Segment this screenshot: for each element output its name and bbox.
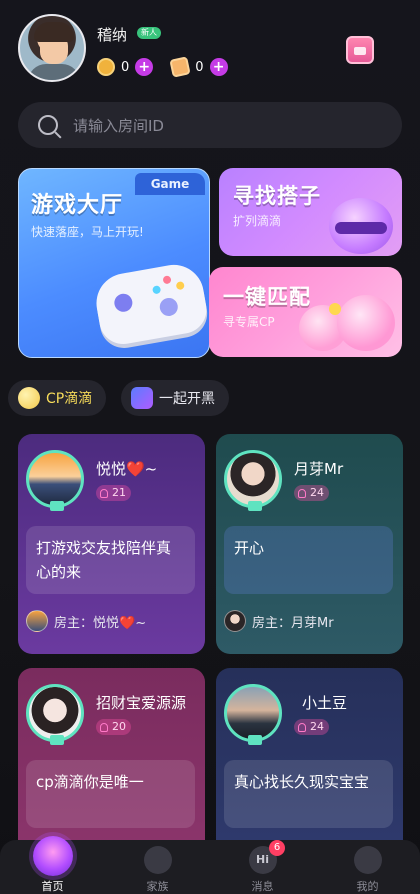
room-avatar: [26, 450, 84, 511]
tab-home-label: 首页: [41, 880, 64, 893]
user-avatar[interactable]: [18, 14, 86, 82]
chip-play-together-label: 一起开黑: [159, 391, 215, 407]
tab-messages[interactable]: Hi 6 消息: [210, 840, 315, 894]
host-avatar: [224, 610, 246, 632]
game-hall-subtitle: 快速落座，马上开玩!: [31, 225, 144, 239]
newbie-badge: 新人: [137, 27, 161, 39]
room-card[interactable]: 悦悦❤️~ 21 打游戏交友找陪伴真心的来 房主： 悦悦❤️~: [18, 434, 205, 654]
profile-header: 稽纳 新人 0 + 0 +: [0, 0, 420, 100]
person-icon: [298, 488, 306, 498]
cp-icon: [18, 387, 40, 409]
room-card[interactable]: 小土豆 24 真心找长久现实宝宝: [216, 668, 403, 858]
quick-match-title: 一键匹配: [223, 285, 311, 309]
find-partner-subtitle: 扩列滴滴: [233, 214, 282, 228]
gift-box-icon[interactable]: [346, 36, 374, 64]
gamepad-icon: [91, 260, 209, 348]
room-avatar: [224, 450, 282, 511]
heart-icon: [329, 303, 341, 315]
person-icon: [298, 722, 306, 732]
room-host: 房主： 月芽Mr: [224, 610, 334, 632]
currency-row: 0 + 0 +: [97, 56, 228, 78]
game-hall-title: 游戏大厅: [31, 193, 124, 218]
add-diamonds-button[interactable]: +: [209, 58, 228, 76]
room-user-count: 20: [96, 719, 131, 735]
gold-coin-count: 0: [121, 59, 130, 75]
add-coins-button[interactable]: +: [135, 58, 154, 76]
room-name: 招财宝爱源源: [96, 694, 187, 712]
host-prefix: 房主：: [54, 615, 94, 631]
room-name: 月芽Mr: [294, 460, 344, 478]
room-description: 开心: [224, 526, 393, 594]
unread-badge: 6: [269, 840, 285, 856]
game-tag: Game: [135, 173, 205, 195]
tab-family[interactable]: 家族: [105, 840, 210, 894]
host-name: 悦悦❤️~: [93, 615, 147, 631]
person-icon: [100, 488, 108, 498]
tab-me[interactable]: 我的: [315, 840, 420, 894]
room-host: 房主： 悦悦❤️~: [26, 610, 146, 632]
find-partner-card[interactable]: 寻找搭子 扩列滴滴: [219, 168, 402, 256]
tab-me-label: 我的: [356, 880, 379, 893]
gold-coin-icon: [97, 58, 115, 76]
room-user-count: 24: [294, 719, 329, 735]
room-avatar: [224, 684, 282, 745]
search-icon: [38, 115, 58, 135]
quick-match-subtitle: 寻专属CP: [223, 315, 275, 329]
room-avatar: [26, 684, 84, 745]
tab-messages-label: 消息: [251, 880, 274, 893]
host-prefix: 房主：: [252, 615, 292, 631]
room-user-count: 24: [294, 485, 329, 501]
family-icon: [143, 846, 172, 874]
room-description: cp滴滴你是唯一: [26, 760, 195, 828]
host-avatar: [26, 610, 48, 632]
host-name: 月芽Mr: [291, 615, 334, 631]
tab-family-label: 家族: [146, 880, 169, 893]
diamond-count: 0: [195, 59, 204, 75]
search-bar[interactable]: 请输入房间ID: [18, 102, 402, 148]
find-partner-title: 寻找搭子: [233, 184, 321, 208]
profile-icon: [353, 846, 382, 874]
user-name: 稽纳: [97, 26, 128, 44]
room-user-count: 21: [96, 485, 131, 501]
eye-mask-icon: [335, 222, 387, 234]
tab-home[interactable]: 首页: [0, 836, 105, 894]
chip-cp-label: CP滴滴: [46, 391, 93, 407]
room-name: 悦悦❤️~: [96, 460, 158, 478]
chip-cp[interactable]: CP滴滴: [8, 380, 107, 416]
room-card[interactable]: 招财宝爱源源 20 cp滴滴你是唯一: [18, 668, 205, 858]
game-hall-card[interactable]: Game 游戏大厅 快速落座，马上开玩!: [18, 168, 210, 358]
quick-match-card[interactable]: 一键匹配 寻专属CP: [209, 267, 402, 357]
chip-play-together[interactable]: 一起开黑: [121, 380, 229, 416]
room-description: 真心找长久现实宝宝: [224, 760, 393, 828]
team-icon: [131, 387, 153, 409]
room-card[interactable]: 月芽Mr 24 开心 房主： 月芽Mr: [216, 434, 403, 654]
planet-icon: [32, 836, 73, 876]
diamond-icon: [169, 56, 191, 78]
person-icon: [100, 722, 108, 732]
search-placeholder: 请输入房间ID: [73, 116, 164, 135]
room-description: 打游戏交友找陪伴真心的来: [26, 526, 195, 594]
room-name: 小土豆: [302, 694, 348, 712]
bottom-tab-bar: 首页 家族 Hi 6 消息 我的: [0, 836, 420, 894]
pink-mascot-icon-2: [337, 295, 395, 351]
